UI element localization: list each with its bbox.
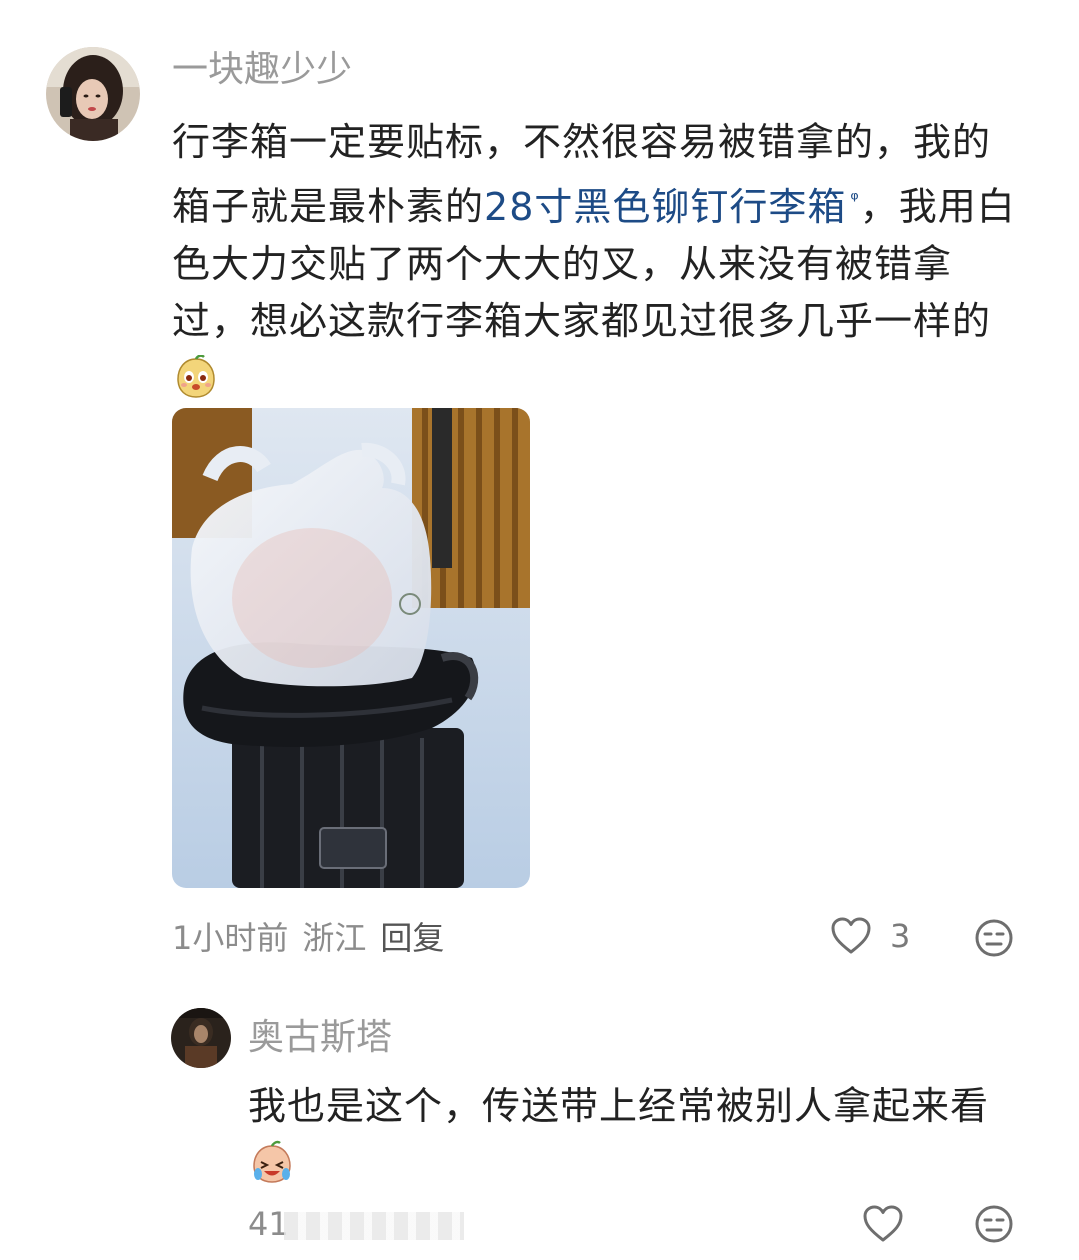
comment-photo[interactable]	[172, 408, 530, 888]
neutral-face-icon[interactable]	[974, 918, 1014, 958]
reply-button[interactable]: 回复	[380, 919, 444, 957]
comment-time: 1小时前	[172, 919, 289, 957]
comment-location: 浙江	[302, 919, 367, 957]
heart-outline-icon[interactable]	[830, 916, 872, 956]
reply-dislike-button[interactable]	[974, 1204, 1014, 1248]
search-link-icon[interactable]: ᵠ	[850, 187, 859, 211]
reply-body: 我也是这个，传送带上经常被别人拿起来看	[248, 1078, 1018, 1192]
neutral-face-icon[interactable]	[974, 1204, 1014, 1244]
reply-meta-placeholder	[284, 1212, 464, 1240]
avatar[interactable]	[46, 47, 140, 141]
dislike-button[interactable]	[974, 918, 1014, 962]
potato-face-emoji-icon	[174, 354, 218, 399]
reply-avatar[interactable]	[171, 1008, 231, 1068]
comment-meta: 1小时前 浙江 回复	[172, 918, 458, 958]
crying-laughing-emoji-icon	[250, 1140, 294, 1184]
heart-outline-icon[interactable]	[862, 1204, 904, 1244]
reply-time: 41	[248, 1205, 289, 1243]
search-link[interactable]: 28寸黑色铆钉行李箱 ᵠ	[484, 185, 860, 229]
comment-username[interactable]: 一块趣少少	[172, 48, 352, 92]
like-button[interactable]: 3	[830, 916, 910, 956]
reply-like-button[interactable]	[862, 1204, 904, 1248]
search-link-label[interactable]: 28寸黑色铆钉行李箱	[484, 185, 846, 229]
comment-body: 行李箱一定要贴标，不然很容易被错拿的，我的箱子就是最朴素的28寸黑色铆钉行李箱 ᵠ…	[172, 114, 1022, 407]
reply-text: 我也是这个，传送带上经常被别人拿起来看	[248, 1084, 990, 1128]
reply-username[interactable]: 奥古斯塔	[248, 1016, 392, 1060]
like-count: 3	[890, 917, 911, 955]
